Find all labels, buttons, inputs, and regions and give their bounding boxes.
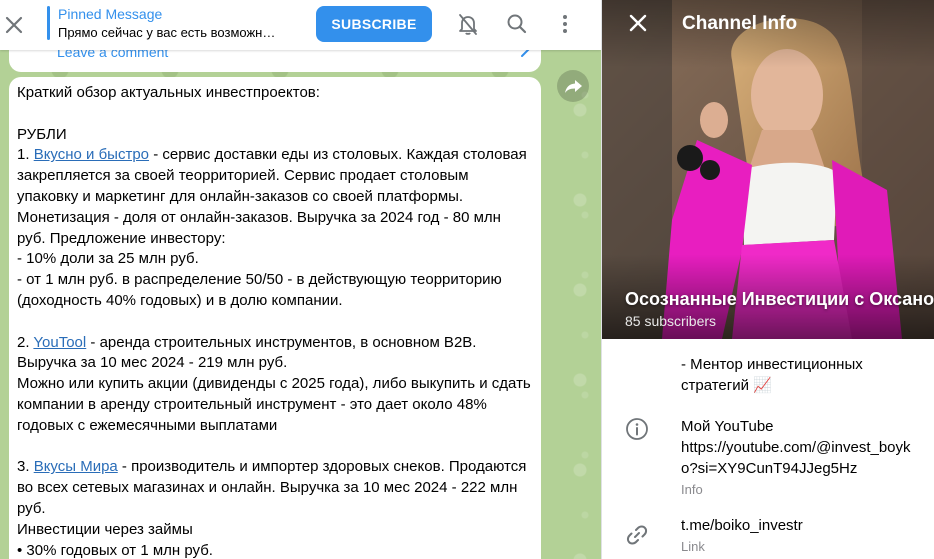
post-intro: Краткий обзор актуальных инвестпроектов: xyxy=(17,84,320,101)
project-link[interactable]: Вкусы Мира xyxy=(34,458,118,475)
post-line: • 30% годовых от 1 млн руб. xyxy=(17,541,213,559)
link-label: Link xyxy=(681,539,705,554)
chat-pane: Pinned Message Прямо сейчас у вас есть в… xyxy=(0,0,601,559)
channel-cover-photo: Channel Info Осознанные Инвестиции с Окс… xyxy=(602,0,934,339)
youtube-title: Мой YouTube xyxy=(681,418,774,435)
mute-bell-icon[interactable] xyxy=(455,11,481,37)
channel-post: Краткий обзор актуальных инвестпроектов:… xyxy=(9,77,541,559)
bio-text: - Ментор инвестиционных стратегий 📈 xyxy=(681,356,863,394)
post-line: - от 1 млн руб. в распределение 50/50 - … xyxy=(17,271,502,309)
info-icon xyxy=(624,416,650,442)
close-icon[interactable] xyxy=(4,12,24,36)
channel-info-panel: Channel Info Осознанные Инвестиции с Окс… xyxy=(601,0,934,559)
search-icon[interactable] xyxy=(504,11,530,37)
post-line: Можно или купить акции (дивиденды с 2025… xyxy=(17,375,531,434)
channel-name: Осознанные Инвестиции с Оксаной xyxy=(625,289,934,309)
info-row[interactable]: Мой YouTube https://youtube.com/@invest_… xyxy=(602,412,934,502)
channel-info-title: Channel Info xyxy=(682,13,798,34)
project-link[interactable]: YouTool xyxy=(33,334,86,351)
channel-link[interactable]: t.me/boiko_investr xyxy=(681,515,921,536)
pinned-message-text[interactable]: Прямо сейчас у вас есть возможн… xyxy=(58,25,303,40)
link-icon xyxy=(624,522,650,548)
subscribe-button[interactable]: SUBSCRIBE xyxy=(316,6,432,42)
pinned-message-title[interactable]: Pinned Message xyxy=(58,6,162,22)
pinned-indicator xyxy=(47,6,50,40)
link-row[interactable]: t.me/boiko_investr Link xyxy=(602,512,934,559)
post-line: Инвестиции через займы xyxy=(17,520,193,538)
close-info-icon[interactable] xyxy=(628,10,648,38)
share-icon[interactable] xyxy=(557,70,589,102)
youtube-url[interactable]: https://youtube.com/@invest_boyko?si=XY9… xyxy=(681,437,921,479)
post-item: 3. Вкусы Мира - производитель и импортер… xyxy=(17,458,527,517)
post-item: 2. YouTool - аренда строительных инструм… xyxy=(17,333,477,372)
more-vertical-icon[interactable] xyxy=(552,11,578,37)
info-label: Info xyxy=(681,482,703,497)
post-section-title: РУБЛИ xyxy=(17,125,67,143)
chat-topbar: Pinned Message Прямо сейчас у вас есть в… xyxy=(0,0,601,50)
subscriber-count: 85 subscribers xyxy=(625,313,717,329)
post-line: - 10% доли за 25 млн руб. xyxy=(17,250,199,268)
project-link[interactable]: Вкусно и быстро xyxy=(34,146,149,163)
post-item: 1. Вкусно и быстро - сервис доставки еды… xyxy=(17,146,527,247)
bio-row: - Ментор инвестиционных стратегий 📈 xyxy=(602,352,934,400)
